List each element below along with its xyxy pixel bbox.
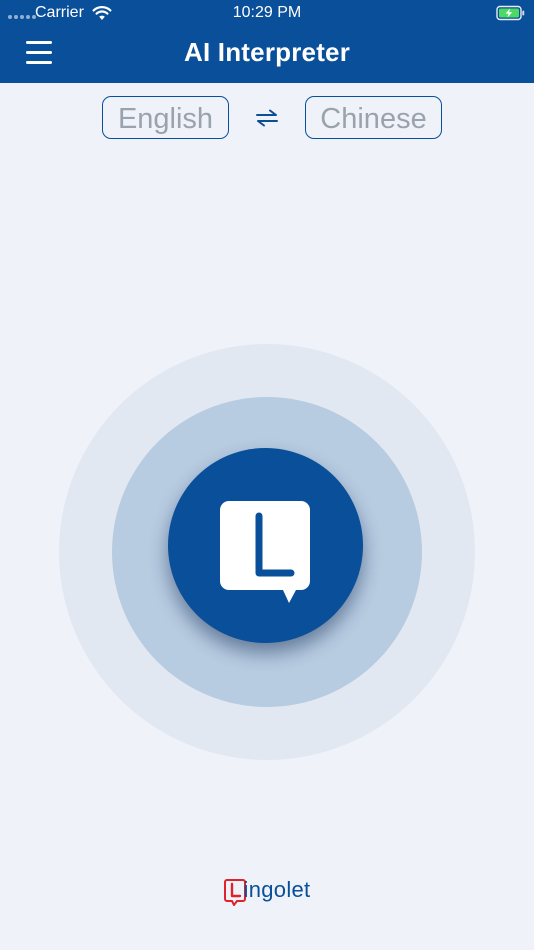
brand-logo: ingolet bbox=[0, 876, 534, 908]
lingolet-speech-bubble-icon bbox=[220, 501, 310, 603]
page-title: AI Interpreter bbox=[183, 37, 351, 67]
battery-charging-icon bbox=[496, 5, 525, 21]
swap-arrows-icon[interactable] bbox=[253, 106, 281, 130]
app-header: Carrier 10:29 PM AI Interpreter bbox=[0, 0, 534, 83]
language-selector: English Chinese bbox=[0, 96, 534, 142]
nav-bar: AI Interpreter bbox=[0, 26, 534, 83]
brand-name: ingolet bbox=[243, 877, 311, 902]
status-bar: Carrier 10:29 PM bbox=[0, 0, 534, 26]
target-language-button[interactable]: Chinese bbox=[305, 96, 442, 139]
lingolet-logo-icon bbox=[223, 879, 246, 906]
talk-button[interactable] bbox=[168, 448, 363, 643]
screen: Carrier 10:29 PM AI Interpreter English bbox=[0, 0, 534, 950]
status-time: 10:29 PM bbox=[232, 4, 302, 21]
source-language-button[interactable]: English bbox=[102, 96, 229, 139]
